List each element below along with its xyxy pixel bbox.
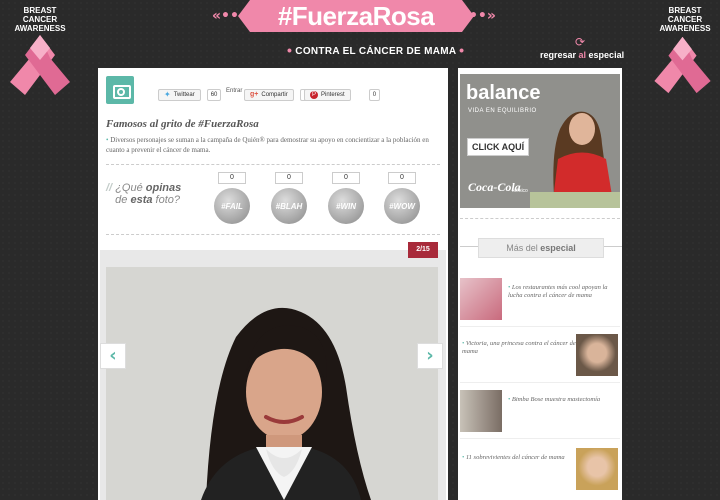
bullet-icon: •	[287, 42, 293, 58]
bca-line2: CANCER	[22, 15, 58, 24]
related-text[interactable]: • Bimba Bose muestra mastectomía	[508, 396, 622, 404]
back-to-special-link[interactable]: regresar al especial	[540, 50, 624, 60]
more-bold: especial	[540, 243, 576, 253]
vote-wow[interactable]: 0 #WOW	[380, 172, 424, 227]
related-item[interactable]: • Bimba Bose muestra mastectomía	[460, 390, 620, 434]
related-title: Los restaurantes más cool apoyan la luch…	[508, 284, 608, 299]
vote-fail[interactable]: 0 #FAIL	[210, 172, 254, 227]
pinterest-button[interactable]: P Pinterest	[304, 89, 351, 101]
hashtag-banner: #FuerzaRosa	[238, 0, 474, 32]
divider	[460, 438, 620, 439]
advertisement-banner[interactable]: balance VIDA EN EQUILIBRIO CLICK AQUÍ Co…	[460, 74, 620, 208]
related-thumb[interactable]	[460, 278, 502, 320]
vote-badge[interactable]: #FAIL	[214, 188, 250, 224]
awareness-label-left: BREAST CANCER AWARENESS	[10, 6, 70, 33]
awareness-label-right: BREAST CANCER AWARENESS	[655, 6, 715, 33]
photo-counter: 2/15	[408, 242, 438, 258]
q5: foto?	[152, 194, 181, 206]
related-item[interactable]: • Los restaurantes más cool apoyan la lu…	[460, 278, 620, 322]
q3: de	[115, 194, 131, 206]
slash-icon: //	[106, 182, 113, 194]
related-thumb[interactable]	[576, 334, 618, 376]
next-photo-button[interactable]: ›	[417, 343, 443, 369]
camera-icon	[106, 76, 134, 104]
twitter-label: Twittear	[173, 92, 195, 98]
gallery-description: • Diversos personajes se suman a la camp…	[106, 135, 440, 155]
related-item[interactable]: • 11 sobrevivientes del cáncer de mama	[460, 448, 620, 492]
google-share-button[interactable]: g+ Compartir	[244, 89, 294, 101]
bca-line2: CANCER	[667, 15, 703, 24]
campaign-subtitle: • CONTRA EL CÁNCER DE MAMA •	[287, 42, 464, 58]
ad-subtitle: VIDA EN EQUILIBRIO	[468, 108, 537, 114]
vote-badge[interactable]: #WOW	[384, 188, 420, 224]
vote-badge[interactable]: #WIN	[328, 188, 364, 224]
back-link-suffix: especial	[586, 50, 625, 60]
more-prefix: Más del	[506, 243, 541, 253]
vote-count: 0	[275, 172, 303, 184]
sidebar: balance VIDA EN EQUILIBRIO CLICK AQUÍ Co…	[458, 68, 622, 500]
related-text[interactable]: • Los restaurantes más cool apoyan la lu…	[508, 284, 622, 300]
back-link-prefix: regresar	[540, 50, 579, 60]
related-text[interactable]: • 11 sobrevivientes del cáncer de mama	[462, 454, 576, 462]
vote-count: 0	[332, 172, 360, 184]
q1: ¿Qué	[115, 182, 146, 194]
ad-brand-sub: México	[512, 188, 528, 194]
arrow-ornament-right-icon: •••»	[460, 8, 496, 24]
twitter-bird-icon: ✦	[164, 90, 171, 99]
related-text[interactable]: • Victoria, una princesa contra el cánce…	[462, 340, 576, 356]
q4: esta	[130, 194, 153, 206]
google-label: Compartir	[261, 92, 288, 98]
ad-click-button[interactable]: CLICK AQUÍ	[467, 138, 530, 156]
refresh-icon[interactable]: ⟳	[575, 35, 585, 49]
vote-count: 0	[388, 172, 416, 184]
portrait-illustration	[106, 267, 438, 500]
q2: opinas	[145, 182, 182, 194]
pinterest-count: 0	[368, 89, 381, 101]
related-thumb[interactable]	[460, 390, 502, 432]
bca-line1: BREAST	[23, 6, 57, 15]
vote-badge[interactable]: #BLAH	[271, 188, 307, 224]
divider	[460, 326, 620, 327]
vote-count: 0	[218, 172, 246, 184]
pink-ribbon-icon	[10, 35, 70, 95]
divider	[460, 218, 620, 219]
previous-photo-button[interactable]: ‹	[100, 343, 126, 369]
divider	[460, 382, 620, 383]
gallery-title: Famosos al grito de #FuerzaRosa	[106, 118, 259, 130]
header-rule-left	[460, 246, 478, 247]
more-from-special-heading: Más del especial	[478, 238, 604, 258]
twitter-count: 60	[206, 89, 222, 101]
vote-blah[interactable]: 0 #BLAH	[267, 172, 311, 227]
google-plus-icon: g+	[250, 91, 259, 98]
gallery-photo	[106, 267, 438, 500]
share-bar: ✦ Twittear 60	[158, 88, 222, 102]
login-link[interactable]: Entrar	[226, 88, 242, 94]
pink-ribbon-icon	[654, 36, 711, 94]
subtitle-text: CONTRA EL CÁNCER DE MAMA	[295, 46, 457, 57]
google-share-bar: g+ Compartir 0	[244, 88, 312, 102]
related-thumb[interactable]	[576, 448, 618, 490]
description-text: Diversos personajes se suman a la campañ…	[106, 136, 429, 154]
main-content: ✦ Twittear 60 Entrar g+ Compartir 0 P Pi…	[98, 68, 448, 500]
related-item[interactable]: • Victoria, una princesa contra el cánce…	[460, 334, 620, 378]
pinterest-label: Pinterest	[321, 92, 345, 98]
related-title: Victoria, una princesa contra el cáncer …	[462, 340, 576, 355]
bca-line1: BREAST	[668, 6, 702, 15]
twitter-button[interactable]: ✦ Twittear	[158, 89, 201, 101]
pinterest-icon: P	[310, 91, 318, 99]
divider	[106, 164, 440, 165]
header-rule-right	[604, 246, 622, 247]
divider	[106, 234, 440, 235]
related-title: Bimba Bose muestra mastectomía	[511, 396, 601, 403]
opinion-question: // ¿Qué opinas de esta foto?	[106, 182, 181, 206]
ad-title: balance	[466, 82, 541, 104]
back-link-al: al	[578, 50, 587, 60]
vote-win[interactable]: 0 #WIN	[324, 172, 368, 227]
related-title: 11 sobrevivientes del cáncer de mama	[465, 454, 565, 461]
bullet-icon: •	[459, 42, 465, 58]
pinterest-share-bar: P Pinterest 0	[304, 88, 381, 102]
